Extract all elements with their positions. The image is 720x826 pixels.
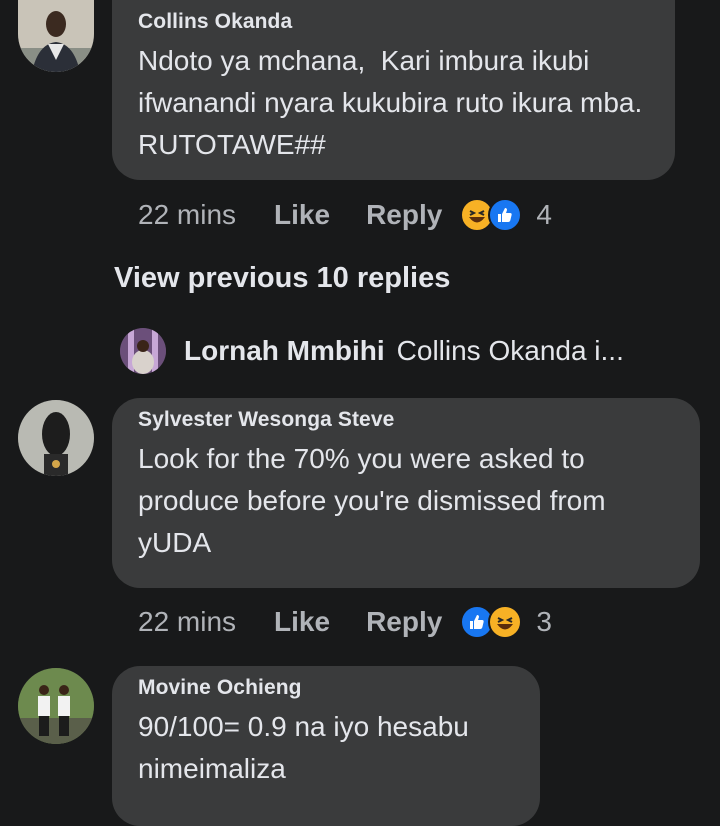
comment-author[interactable]: Collins Okanda [138,10,653,34]
avatar-movine[interactable] [18,668,94,744]
comment-bubble-3: Movine Ochieng 90/100= 0.9 na iyo hesabu… [112,666,540,826]
comment-time[interactable]: 22 mins [138,199,236,231]
like-button[interactable]: Like [274,199,330,231]
view-previous-replies-link[interactable]: View previous 10 replies [114,262,450,295]
like-reaction-icon [488,198,523,232]
reply-button[interactable]: Reply [366,606,442,638]
reaction-summary[interactable] [460,198,523,232]
comment-bubble-2: Sylvester Wesonga Steve Look for the 70%… [112,398,700,588]
reaction-count[interactable]: 3 [536,606,552,638]
comment-actions-2: 22 mins Like Reply 3 [138,602,552,642]
comment-bubble-1: Collins Okanda Ndoto ya mchana, Kari imb… [112,0,675,180]
avatar-sylvester[interactable] [18,400,94,476]
comment-author[interactable]: Movine Ochieng [138,676,518,700]
reaction-count[interactable]: 4 [536,199,552,231]
comment-author[interactable]: Sylvester Wesonga Steve [138,408,678,432]
avatar-lornah[interactable] [120,328,166,374]
comment-actions-1: 22 mins Like Reply 4 [138,195,552,235]
reply-author[interactable]: Lornah Mmbihi [184,335,385,367]
comment-text: Ndoto ya mchana, Kari imbura ikubi ifwan… [138,45,658,160]
reply-preview: Collins Okanda i... [396,335,624,366]
haha-reaction-icon [488,605,523,639]
comment-text: 90/100= 0.9 na iyo hesabu nimeimaliza [138,711,477,784]
comment-time[interactable]: 22 mins [138,606,236,638]
comment-text: Look for the 70% you were asked to produ… [138,443,614,558]
collapsed-reply[interactable]: Lornah Mmbihi Collins Okanda i... [120,326,624,376]
like-button[interactable]: Like [274,606,330,638]
reaction-summary[interactable] [460,605,523,639]
avatar-collins[interactable] [18,0,94,72]
reply-button[interactable]: Reply [366,199,442,231]
